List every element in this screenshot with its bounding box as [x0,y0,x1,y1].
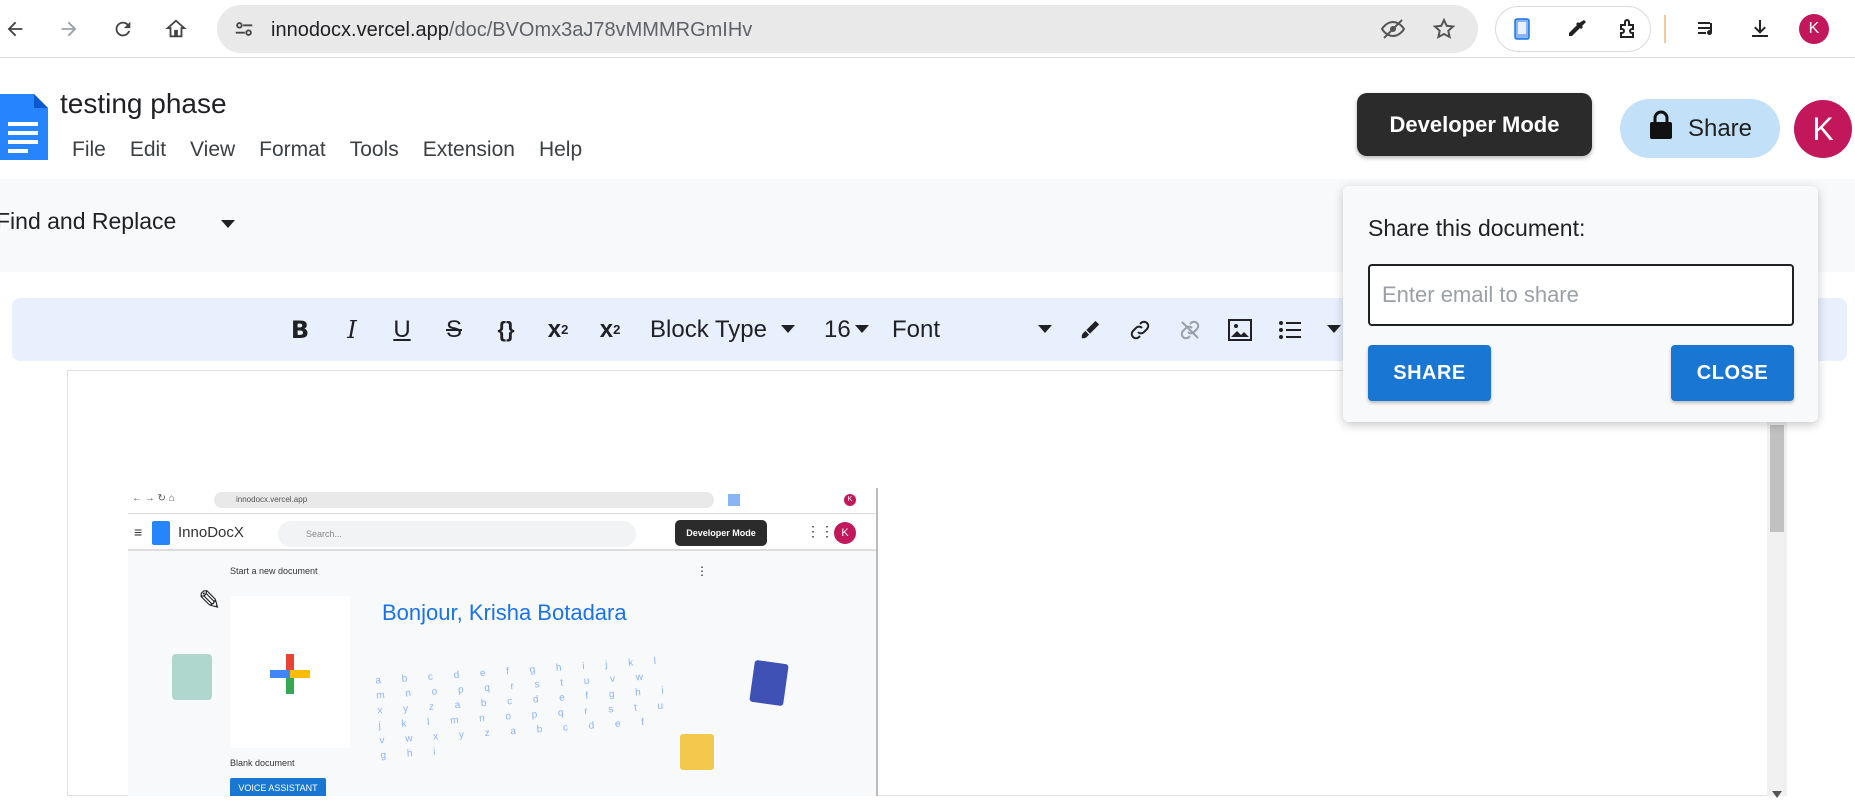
address-bar[interactable]: innodocx.vercel.app/doc/BVOmx3aJ78vMMMRG… [217,5,1478,53]
browser-profile-avatar[interactable]: K [1799,14,1829,44]
site-settings-icon[interactable] [233,18,255,45]
download-icon[interactable] [1745,14,1775,44]
font-value: Font [892,315,941,343]
bold-icon[interactable]: B [282,298,318,361]
strikethrough-icon[interactable]: S [436,298,472,361]
font-select[interactable]: Font [892,298,1052,361]
menu-edit[interactable]: Edit [118,138,178,162]
chevron-down-icon [780,324,795,333]
embedded-letter-decoration: a b c d e f g h i j k l m n o p q r s t … [375,655,674,762]
superscript-icon[interactable]: x2 [538,298,578,361]
block-type-select[interactable]: Block Type [650,298,800,361]
menu-extension[interactable]: Extension [411,138,527,162]
embedded-docs-icon [152,521,170,545]
forward-icon[interactable] [54,14,84,44]
media-icon[interactable] [1692,14,1722,44]
phone-icon[interactable] [1510,17,1534,46]
brush-icon[interactable] [1072,298,1108,361]
menu-bar: File Edit View Format Tools Extension He… [60,138,594,162]
share-button[interactable]: Share [1620,99,1780,158]
reload-icon[interactable] [108,14,138,44]
share-popup: Share this document: SHARE CLOSE [1343,186,1818,422]
eyedropper-icon[interactable] [1565,17,1589,46]
lock-icon [1648,110,1674,147]
chevron-down-icon [1038,324,1052,333]
subscript-icon[interactable]: x2 [590,298,630,361]
embedded-ext-icon [728,494,740,506]
document-title[interactable]: testing phase [60,88,227,120]
developer-mode-button[interactable]: Developer Mode [1357,93,1592,156]
embedded-app-name: InnoDocX [178,524,244,541]
scrollbar-thumb[interactable] [1770,425,1784,532]
extension-group [1495,6,1651,52]
font-size-value: 16 [824,315,851,343]
user-avatar[interactable]: K [1794,100,1852,158]
menu-help[interactable]: Help [527,138,594,162]
embedded-start-new: Start a new document [230,566,318,576]
embedded-url: innodocx.vercel.app [214,492,714,508]
chevron-down-icon[interactable] [221,217,235,235]
embedded-search: Search... [278,521,636,547]
home-icon[interactable] [161,14,191,44]
menu-file[interactable]: File [60,138,118,162]
embedded-avatar: K [834,522,856,544]
close-button[interactable]: CLOSE [1671,345,1794,401]
toolbar-divider [1664,15,1666,43]
image-icon[interactable] [1222,298,1258,361]
embedded-blank-doc-card [230,596,350,748]
underline-icon[interactable]: U [384,298,420,361]
code-icon[interactable]: {} [486,298,526,361]
menu-view[interactable]: View [178,138,247,162]
eye-off-icon[interactable] [1380,18,1406,45]
chevron-down-icon[interactable] [1324,298,1344,361]
list-icon[interactable] [1272,298,1308,361]
italic-icon[interactable]: I [334,298,370,361]
extensions-icon[interactable] [1617,17,1641,46]
font-size-select[interactable]: 16 [824,298,874,361]
unlink-icon[interactable] [1172,298,1208,361]
scroll-down-icon[interactable] [1772,786,1782,804]
star-icon[interactable] [1432,17,1456,46]
link-icon[interactable] [1122,298,1158,361]
embedded-voice-assistant: VOICE ASSISTANT [230,778,326,796]
embedded-more-icon: ⋮ [696,564,708,578]
share-submit-button[interactable]: SHARE [1368,345,1491,401]
embedded-hamburger-icon: ≡ [134,524,143,540]
embedded-pencil-icon: ✎ [198,585,222,616]
embedded-greeting: Bonjour, Krisha Botadara [382,600,627,625]
menu-tools[interactable]: Tools [338,138,411,162]
back-icon[interactable] [0,14,30,44]
embedded-blank-doc-label: Blank document [230,758,295,768]
find-replace-label[interactable]: Find and Replace [0,208,176,235]
embedded-folder-icon [680,734,714,770]
embedded-document-icon [749,659,789,707]
url-text: innodocx.vercel.app/doc/BVOmx3aJ78vMMMRG… [271,19,753,41]
chevron-down-icon [854,324,869,333]
embedded-screenshot-image: ← → ↻ ⌂ innodocx.vercel.app K ≡ InnoDocX… [128,488,878,796]
share-button-label: Share [1687,114,1753,142]
share-email-input[interactable] [1368,264,1794,326]
docs-logo-icon[interactable] [0,94,48,160]
share-popup-title: Share this document: [1368,215,1586,241]
embedded-app-header: ≡ InnoDocX Search... Developer Mode ⋮⋮⋮ … [128,515,876,551]
embedded-browser-bar: ← → ↻ ⌂ innodocx.vercel.app K [128,488,876,514]
embedded-browser-avatar: K [844,494,856,506]
block-type-value: Block Type [650,315,767,343]
browser-toolbar: innodocx.vercel.app/doc/BVOmx3aJ78vMMMRG… [0,0,1855,58]
embedded-nav-icons: ← → ↻ ⌂ [132,493,175,504]
embedded-developer-mode: Developer Mode [675,520,767,546]
menu-format[interactable]: Format [247,138,338,162]
embedded-clipboard-icon [172,654,212,700]
